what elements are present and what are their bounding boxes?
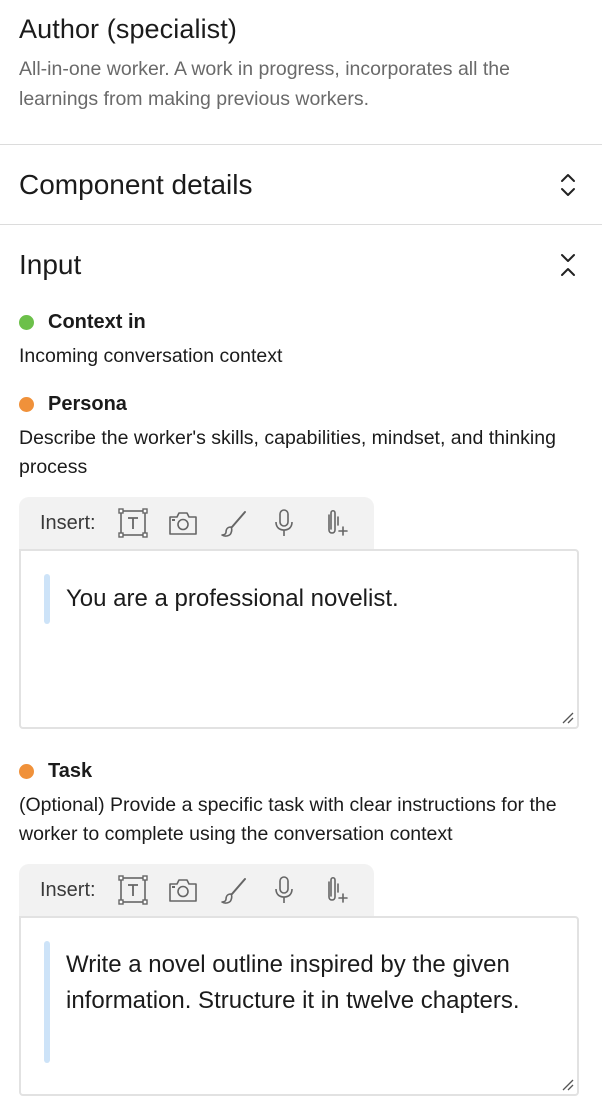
brush-icon[interactable] [217, 506, 251, 540]
task-description: (Optional) Provide a specific task with … [19, 794, 557, 845]
brush-icon[interactable] [217, 873, 251, 907]
context-in-description: Incoming conversation context [19, 345, 283, 367]
persona-name: Persona [48, 392, 127, 415]
quote-bar [44, 941, 50, 1063]
context-in-name: Context in [48, 310, 146, 333]
attachment-add-icon[interactable] [318, 873, 352, 907]
microphone-icon[interactable] [267, 506, 301, 540]
quote-bar [44, 574, 50, 624]
worker-title: Author (specialist) [19, 14, 237, 44]
resize-handle-icon[interactable] [560, 710, 574, 724]
persona-description: Describe the worker's skills, capabiliti… [19, 427, 556, 478]
worker-description: All-in-one worker. A work in progress, i… [19, 58, 510, 110]
context-in-field: Context in Incoming conversation context [0, 307, 602, 371]
expand-icon[interactable] [557, 170, 579, 200]
status-dot-icon [19, 314, 34, 330]
task-text: Write a novel outline inspired by the gi… [66, 951, 520, 1014]
persona-insert-toolbar: Insert: [19, 497, 374, 549]
text-box-icon[interactable] [116, 506, 150, 540]
task-name: Task [48, 759, 93, 782]
task-insert-toolbar: Insert: [19, 864, 374, 916]
status-dot-icon [19, 396, 34, 412]
persona-field: Persona Describe the worker's skills, ca… [0, 389, 602, 729]
input-label: Input [19, 249, 82, 280]
microphone-icon[interactable] [267, 873, 301, 907]
persona-textarea[interactable]: You are a professional novelist. [19, 549, 579, 729]
insert-label: Insert: [40, 878, 96, 901]
persona-text: You are a professional novelist. [66, 585, 399, 612]
component-details-section[interactable]: Component details [0, 145, 602, 225]
task-textarea[interactable]: Write a novel outline inspired by the gi… [19, 916, 579, 1096]
resize-handle-icon[interactable] [560, 1077, 574, 1091]
collapse-icon[interactable] [557, 250, 579, 280]
text-box-icon[interactable] [116, 873, 150, 907]
camera-icon[interactable] [166, 506, 200, 540]
attachment-add-icon[interactable] [318, 506, 352, 540]
camera-icon[interactable] [166, 873, 200, 907]
status-dot-icon [19, 763, 34, 779]
task-field: Task (Optional) Provide a specific task … [0, 756, 602, 1096]
component-details-label: Component details [19, 168, 253, 200]
worker-header: Author (specialist) All-in-one worker. A… [0, 0, 602, 145]
insert-label: Insert: [40, 511, 96, 534]
input-section[interactable]: Input [0, 225, 602, 305]
